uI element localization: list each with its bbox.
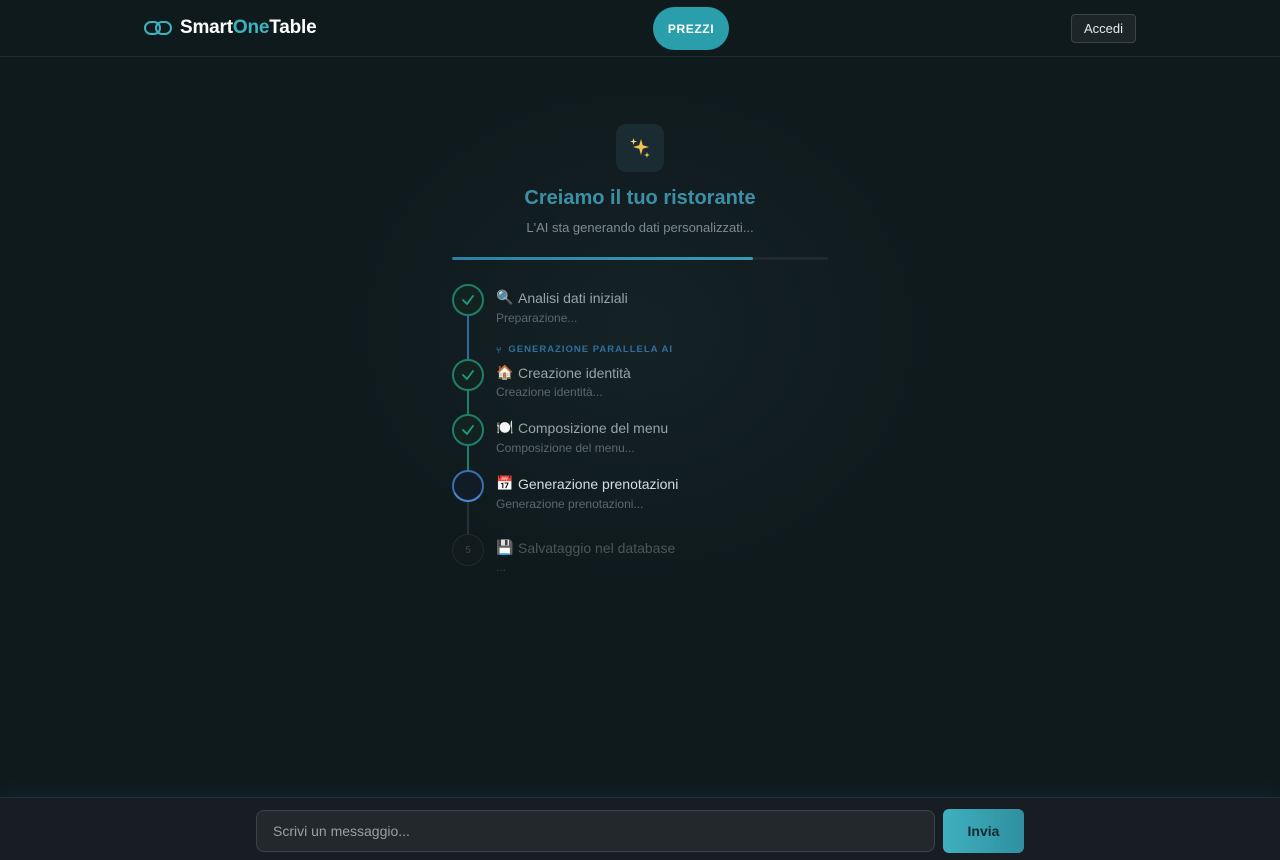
timeline-connector: [467, 391, 469, 414]
check-icon: [462, 370, 474, 380]
spinner-icon: [452, 470, 484, 502]
progress-bar: [452, 257, 828, 260]
step-subtitle: Preparazione...: [496, 311, 578, 325]
generation-title: Creiamo il tuo ristorante: [524, 187, 756, 209]
step-status-done: [452, 284, 484, 316]
step-status-active: [452, 470, 484, 502]
step-subtitle: Generazione prenotazioni...: [496, 497, 644, 511]
brand-name: SmartOneTable: [180, 17, 317, 38]
step-subtitle: ...: [496, 560, 507, 574]
generation-subtitle: L'AI sta generando dati personalizzati..…: [526, 220, 754, 235]
step-title: 🔍 Analisi dati iniziali: [496, 289, 628, 306]
step-status-done: [452, 359, 484, 391]
timeline-connector: [467, 316, 469, 359]
parallel-icon: ⑂: [496, 344, 503, 355]
progress-bar-fill: [452, 257, 753, 260]
step-subtitle: Composizione del menu...: [496, 441, 635, 455]
sparkles-icon: [630, 138, 650, 158]
plate-cutlery-icon: 🍽️: [496, 419, 514, 435]
floppy-disk-icon: 💾: [496, 539, 514, 555]
step-title: 🍽️ Composizione del menu: [496, 419, 669, 436]
calendar-icon: 📅: [496, 475, 514, 491]
send-button[interactable]: Invia: [943, 809, 1024, 853]
chat-bar: Invia: [0, 797, 1280, 860]
step-number: 5: [465, 544, 471, 556]
step-title: 🏠 Creazione identità: [496, 364, 631, 381]
brand-logo[interactable]: SmartOneTable: [144, 17, 317, 39]
top-navbar: SmartOneTable PREZZI Accedi: [0, 0, 1280, 57]
house-icon: 🏠: [496, 364, 514, 380]
login-button[interactable]: Accedi: [1071, 14, 1136, 43]
magnifier-icon: 🔍: [496, 289, 514, 305]
check-icon: [462, 295, 474, 305]
sparkles-icon-box: [616, 124, 664, 172]
infinity-link-icon: [144, 21, 172, 35]
step-title: 📅 Generazione prenotazioni: [496, 475, 679, 492]
pricing-button[interactable]: PREZZI: [653, 7, 729, 50]
step-title: 💾 Salvataggio nel database: [496, 539, 676, 556]
step-subtitle: Creazione identità...: [496, 385, 603, 399]
check-icon: [462, 425, 474, 435]
timeline-connector: [467, 502, 469, 534]
step-status-pending: 5: [452, 534, 484, 566]
step-status-done: [452, 414, 484, 446]
parallel-generation-label: ⑂ GENERAZIONE PARALLELA AI: [496, 344, 673, 355]
message-input[interactable]: [256, 810, 935, 852]
timeline-connector: [467, 446, 469, 470]
